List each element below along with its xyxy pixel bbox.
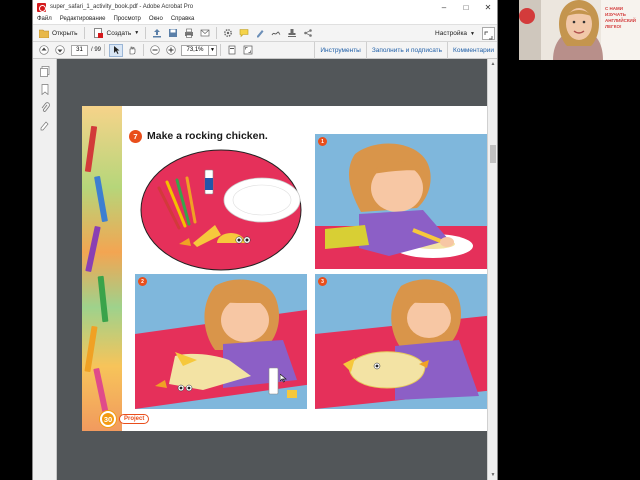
folder-icon bbox=[39, 28, 49, 38]
window-controls: – □ ✕ bbox=[433, 0, 497, 14]
section-label: Project bbox=[119, 414, 150, 424]
close-button[interactable]: ✕ bbox=[477, 0, 497, 14]
zoom-out-icon[interactable] bbox=[148, 44, 162, 57]
activity-number: 7 bbox=[129, 130, 142, 143]
step-3-illustration: 3 bbox=[315, 274, 487, 409]
page-number-input[interactable]: 31 bbox=[71, 44, 88, 56]
full-screen-mode-icon[interactable] bbox=[241, 44, 255, 57]
crayon-border bbox=[82, 106, 122, 431]
chevron-down-icon: ▼ bbox=[470, 30, 475, 37]
main-toolbar: Открыть Создать ▼ Настройка ▼ bbox=[33, 25, 497, 42]
step-badge: 1 bbox=[318, 137, 327, 146]
menu-view[interactable]: Просмотр bbox=[109, 16, 144, 22]
email-icon[interactable] bbox=[198, 27, 212, 40]
crayon-purple bbox=[85, 225, 101, 273]
select-cursor-icon[interactable] bbox=[109, 43, 124, 57]
scroll-up-icon[interactable]: ▲ bbox=[488, 59, 497, 69]
hand-tool-icon[interactable] bbox=[125, 44, 139, 57]
step-2-illustration: 2 bbox=[135, 274, 307, 409]
toolbar-separator bbox=[145, 27, 147, 39]
toolbar-separator bbox=[143, 44, 145, 56]
navigation-toolbar: 31 / 99 73,1% ▼ Инструменты Заполнить и … bbox=[33, 42, 497, 59]
tools-pane-link[interactable]: Инструменты bbox=[314, 42, 366, 59]
step-badge: 3 bbox=[318, 277, 327, 286]
crayon-red bbox=[84, 125, 98, 173]
activity-title: Make a rocking chicken. bbox=[147, 130, 268, 142]
comment-icon[interactable] bbox=[237, 27, 251, 40]
open-label: Открыть bbox=[52, 29, 78, 37]
chevron-down-icon: ▼ bbox=[134, 30, 140, 36]
scroll-down-icon[interactable]: ▼ bbox=[488, 470, 497, 480]
toolbar-separator bbox=[216, 27, 218, 39]
fullscreen-icon[interactable] bbox=[482, 27, 495, 40]
settings-dropdown[interactable]: Настройка ▼ bbox=[435, 27, 475, 40]
toolbar-separator bbox=[83, 27, 85, 39]
webcam-sign-text: С НАМИ ИЗУЧАТЬ АНГЛИЙСКИЙ ЛЕГКО! bbox=[605, 6, 637, 29]
bookmarks-icon[interactable] bbox=[38, 83, 52, 95]
acrobat-window: super_safari_1_activity_book.pdf - Adobe… bbox=[32, 0, 498, 480]
crayon-blue bbox=[94, 175, 108, 223]
menu-window[interactable]: Окно bbox=[145, 16, 167, 22]
create-label: Создать bbox=[106, 29, 132, 37]
upload-icon[interactable] bbox=[150, 27, 164, 40]
window-title: super_safari_1_activity_book.pdf - Adobe… bbox=[50, 4, 194, 10]
zoom-in-icon[interactable] bbox=[164, 44, 178, 57]
settings-gear-icon[interactable] bbox=[221, 27, 235, 40]
zoom-level-input[interactable]: 73,1% bbox=[181, 44, 210, 56]
screen: super_safari_1_activity_book.pdf - Adobe… bbox=[0, 0, 640, 480]
create-pdf-icon bbox=[94, 28, 104, 38]
navigation-panel bbox=[33, 59, 57, 480]
signatures-icon[interactable] bbox=[38, 119, 52, 131]
menu-edit[interactable]: Редактирование bbox=[56, 16, 110, 22]
toolbar-separator bbox=[104, 44, 106, 56]
share-icon[interactable] bbox=[301, 27, 315, 40]
fill-sign-pane-link[interactable]: Заполнить и подписать bbox=[365, 42, 447, 59]
stamp-icon[interactable] bbox=[285, 27, 299, 40]
prev-page-icon[interactable] bbox=[37, 44, 51, 57]
crayon-orange bbox=[84, 325, 98, 373]
next-page-icon[interactable] bbox=[53, 44, 67, 57]
print-icon[interactable] bbox=[182, 27, 196, 40]
minimize-button[interactable]: – bbox=[433, 0, 455, 14]
highlight-icon[interactable] bbox=[253, 27, 267, 40]
crayon-pink bbox=[93, 367, 109, 415]
materials-illustration bbox=[139, 148, 304, 273]
page-number: 30 bbox=[100, 411, 116, 427]
step-1-illustration: 1 bbox=[315, 134, 487, 269]
mouse-cursor-icon bbox=[279, 370, 289, 383]
acrobat-icon bbox=[37, 2, 46, 12]
save-icon[interactable] bbox=[166, 27, 180, 40]
vertical-scrollbar[interactable]: ▲ ▼ bbox=[487, 59, 497, 480]
settings-label: Настройка bbox=[435, 30, 468, 37]
task-panes: Инструменты Заполнить и подписать Коммен… bbox=[314, 42, 497, 59]
webcam-overlay: С НАМИ ИЗУЧАТЬ АНГЛИЙСКИЙ ЛЕГКО! bbox=[519, 0, 640, 60]
toolbar-separator bbox=[220, 44, 222, 56]
fit-page-icon[interactable] bbox=[225, 44, 239, 57]
sign-icon[interactable] bbox=[269, 27, 283, 40]
menu-bar: Файл Редактирование Просмотр Окно Справк… bbox=[33, 14, 497, 25]
menu-file[interactable]: Файл bbox=[33, 16, 56, 22]
pdf-page: 7 Make a rocking chicken. 1 2 3 30 Proje… bbox=[82, 106, 497, 431]
scrollbar-thumb[interactable] bbox=[490, 145, 496, 163]
page-thumbnails-icon[interactable] bbox=[38, 65, 52, 77]
step-badge: 2 bbox=[138, 277, 147, 286]
document-viewport[interactable]: 7 Make a rocking chicken. 1 2 3 30 Proje… bbox=[57, 59, 497, 480]
open-button[interactable]: Открыть bbox=[36, 27, 81, 40]
attachments-icon[interactable] bbox=[38, 101, 52, 113]
crayon-green bbox=[97, 275, 109, 323]
page-total: / 99 bbox=[91, 47, 102, 53]
comments-pane-link[interactable]: Комментарии bbox=[447, 42, 497, 59]
maximize-button[interactable]: □ bbox=[455, 0, 477, 14]
create-button[interactable]: Создать ▼ bbox=[91, 27, 143, 40]
title-bar: super_safari_1_activity_book.pdf - Adobe… bbox=[33, 0, 497, 14]
zoom-dropdown-icon[interactable]: ▼ bbox=[209, 44, 218, 56]
menu-help[interactable]: Справка bbox=[167, 16, 199, 22]
